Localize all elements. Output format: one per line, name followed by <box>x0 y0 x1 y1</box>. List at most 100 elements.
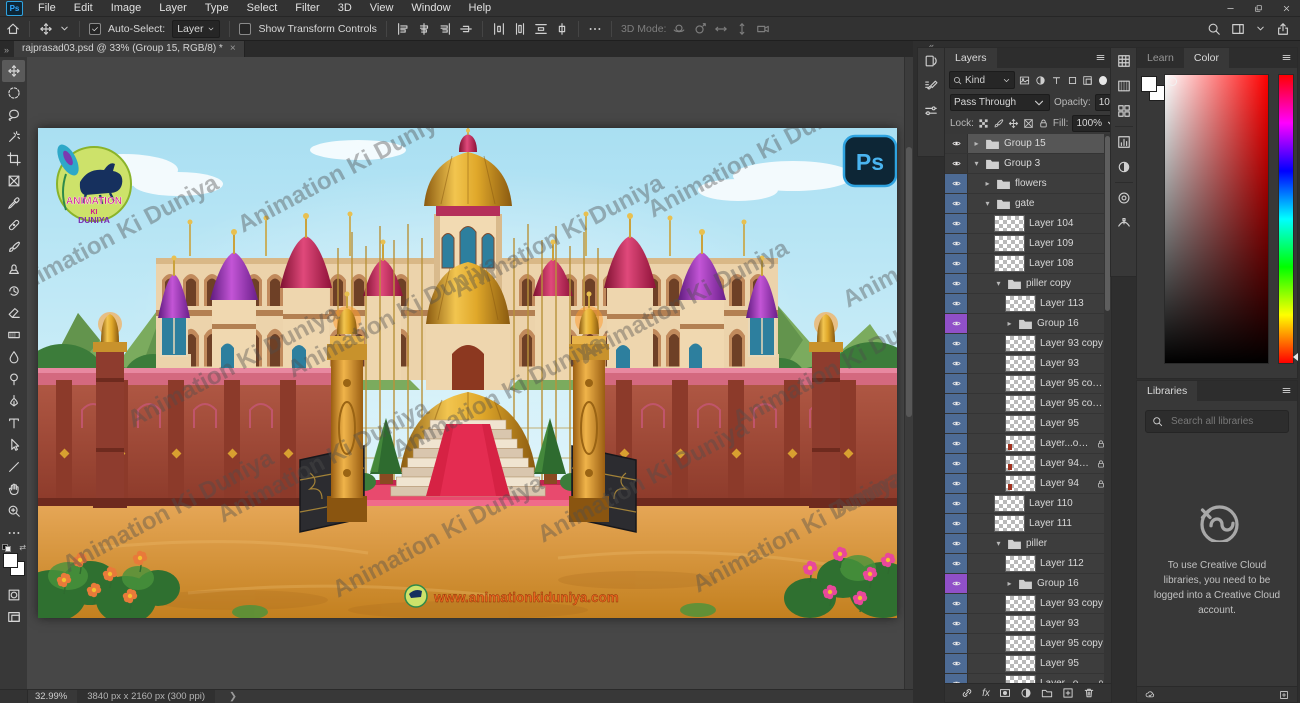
menu-filter[interactable]: Filter <box>287 1 327 15</box>
workspace-icon[interactable] <box>1231 22 1245 36</box>
add-mask-icon[interactable] <box>999 687 1011 699</box>
layer-name[interactable]: Layer 93 <box>1040 358 1107 369</box>
visibility-toggle[interactable] <box>945 154 968 173</box>
visibility-toggle[interactable] <box>945 294 968 313</box>
visibility-toggle[interactable] <box>945 574 968 593</box>
layer-name[interactable]: Layer 104 <box>1029 218 1107 229</box>
visibility-toggle[interactable] <box>945 654 968 673</box>
new-adjustment-icon[interactable] <box>1020 687 1032 699</box>
layer-group-row[interactable]: ▾piller copy <box>945 274 1111 294</box>
quick-mask-button[interactable] <box>2 584 25 606</box>
visibility-toggle[interactable] <box>945 554 968 573</box>
layer-row[interactable]: Layer...opy 3 <box>945 674 1111 683</box>
visibility-toggle[interactable] <box>945 434 968 453</box>
group-caret-icon[interactable]: ▸ <box>1005 579 1014 588</box>
menu-3d[interactable]: 3D <box>330 1 360 15</box>
zoom-tool[interactable] <box>2 500 25 522</box>
hue-marker[interactable] <box>1293 353 1298 361</box>
group-caret-icon[interactable]: ▸ <box>972 139 981 148</box>
visibility-toggle[interactable] <box>945 634 968 653</box>
layer-thumbnail[interactable] <box>994 235 1025 252</box>
layer-group-row[interactable]: ▸ Group 16 <box>945 574 1111 594</box>
layer-name[interactable]: Layer...opy 4 <box>1040 438 1091 449</box>
foreground-color-swatch[interactable] <box>3 553 18 568</box>
more-options-icon[interactable] <box>588 22 602 36</box>
shape-tool[interactable] <box>2 456 25 478</box>
layer-name[interactable]: Layer 93 copy <box>1040 338 1107 349</box>
history-brush-tool[interactable] <box>2 280 25 302</box>
scrollbar-thumb[interactable] <box>906 147 912 417</box>
layer-thumbnail[interactable] <box>1005 455 1036 472</box>
lock-pixels-icon[interactable] <box>993 117 1004 130</box>
align-left-icon[interactable] <box>396 22 410 36</box>
layer-name[interactable]: Layer 95 <box>1040 418 1107 429</box>
filter-toggle-icon[interactable] <box>1099 76 1107 85</box>
align-right-icon[interactable] <box>438 22 452 36</box>
restore-button[interactable] <box>1244 1 1272 16</box>
layer-name[interactable]: Group 3 <box>1004 158 1107 169</box>
filter-pixel-icon[interactable] <box>1018 73 1031 88</box>
link-layers-icon[interactable] <box>961 687 973 699</box>
chevron-down-icon[interactable] <box>59 23 70 34</box>
blur-tool[interactable] <box>2 346 25 368</box>
layer-group-row[interactable]: ▸ Group 15 <box>945 134 1111 154</box>
layer-row[interactable]: Layer 95 <box>945 414 1111 434</box>
type-tool[interactable] <box>2 412 25 434</box>
hand-tool[interactable] <box>2 478 25 500</box>
layer-name[interactable]: Group 16 <box>1037 578 1107 589</box>
blend-mode-dropdown[interactable]: Pass Through <box>950 94 1050 111</box>
layer-name[interactable]: Layer 95 <box>1040 658 1107 669</box>
layer-name[interactable]: Layer 110 <box>1029 498 1107 509</box>
layer-thumbnail[interactable] <box>1005 415 1036 432</box>
adjustments-panel-icon[interactable] <box>1117 135 1131 149</box>
layer-thumbnail[interactable] <box>1005 295 1036 312</box>
visibility-toggle[interactable] <box>945 234 968 253</box>
lock-position-icon[interactable] <box>1008 117 1019 130</box>
app-icon[interactable]: Ps <box>6 1 23 16</box>
eyedropper-tool[interactable] <box>2 192 25 214</box>
menu-image[interactable]: Image <box>103 1 150 15</box>
filter-smart-object-icon[interactable] <box>1081 73 1094 88</box>
layer-thumbnail[interactable] <box>994 495 1025 512</box>
menu-type[interactable]: Type <box>197 1 237 15</box>
pen-tool[interactable] <box>2 390 25 412</box>
layer-thumbnail[interactable] <box>1005 595 1036 612</box>
cloud-sync-icon[interactable] <box>1145 690 1155 700</box>
edit-toolbar[interactable] <box>2 522 25 544</box>
home-icon[interactable] <box>6 22 20 36</box>
visibility-toggle[interactable] <box>945 194 968 213</box>
layer-row[interactable]: Layer 109 <box>945 234 1111 254</box>
layer-row[interactable]: Layer 95 copy <box>945 634 1111 654</box>
visibility-toggle[interactable] <box>945 594 968 613</box>
visibility-toggle[interactable] <box>945 414 968 433</box>
color-swatches[interactable] <box>1141 76 1165 106</box>
brush-tool[interactable] <box>2 236 25 258</box>
show-transform-checkbox[interactable] <box>239 23 251 35</box>
visibility-toggle[interactable] <box>945 254 968 273</box>
layer-name[interactable]: Group 15 <box>1004 138 1107 149</box>
screen-mode-button[interactable] <box>2 606 25 628</box>
visibility-toggle[interactable] <box>945 134 968 153</box>
chevron-down-icon[interactable] <box>1255 23 1266 34</box>
fill-adjust-panel-icon[interactable] <box>1117 160 1131 174</box>
zoom-level[interactable]: 32.99% <box>28 691 77 702</box>
filter-type-icon[interactable] <box>1050 73 1063 88</box>
layer-thumbnail[interactable] <box>1005 395 1036 412</box>
layer-row[interactable]: Layer 93 <box>945 354 1111 374</box>
group-caret-icon[interactable]: ▾ <box>994 279 1003 288</box>
menu-help[interactable]: Help <box>461 1 500 15</box>
default-colors-icon[interactable] <box>2 544 9 550</box>
group-caret-icon[interactable]: ▸ <box>1005 319 1014 328</box>
saturation-brightness-square[interactable] <box>1164 74 1269 364</box>
search-icon[interactable] <box>1207 22 1221 36</box>
lock-all-icon[interactable] <box>1038 117 1049 130</box>
swap-colors-icon[interactable]: ⇄ <box>19 543 26 552</box>
panel-menu-icon[interactable] <box>1095 52 1106 63</box>
layer-name[interactable]: Layer 94 copy <box>1040 458 1091 469</box>
align-middle-icon[interactable] <box>459 22 473 36</box>
distribute-bottom-icon[interactable] <box>534 22 548 36</box>
new-layer-icon[interactable] <box>1062 687 1074 699</box>
layer-group-row[interactable]: ▾gate <box>945 194 1111 214</box>
brush-settings-panel-icon[interactable] <box>924 79 938 93</box>
layer-group-row[interactable]: ▾Group 3 <box>945 154 1111 174</box>
